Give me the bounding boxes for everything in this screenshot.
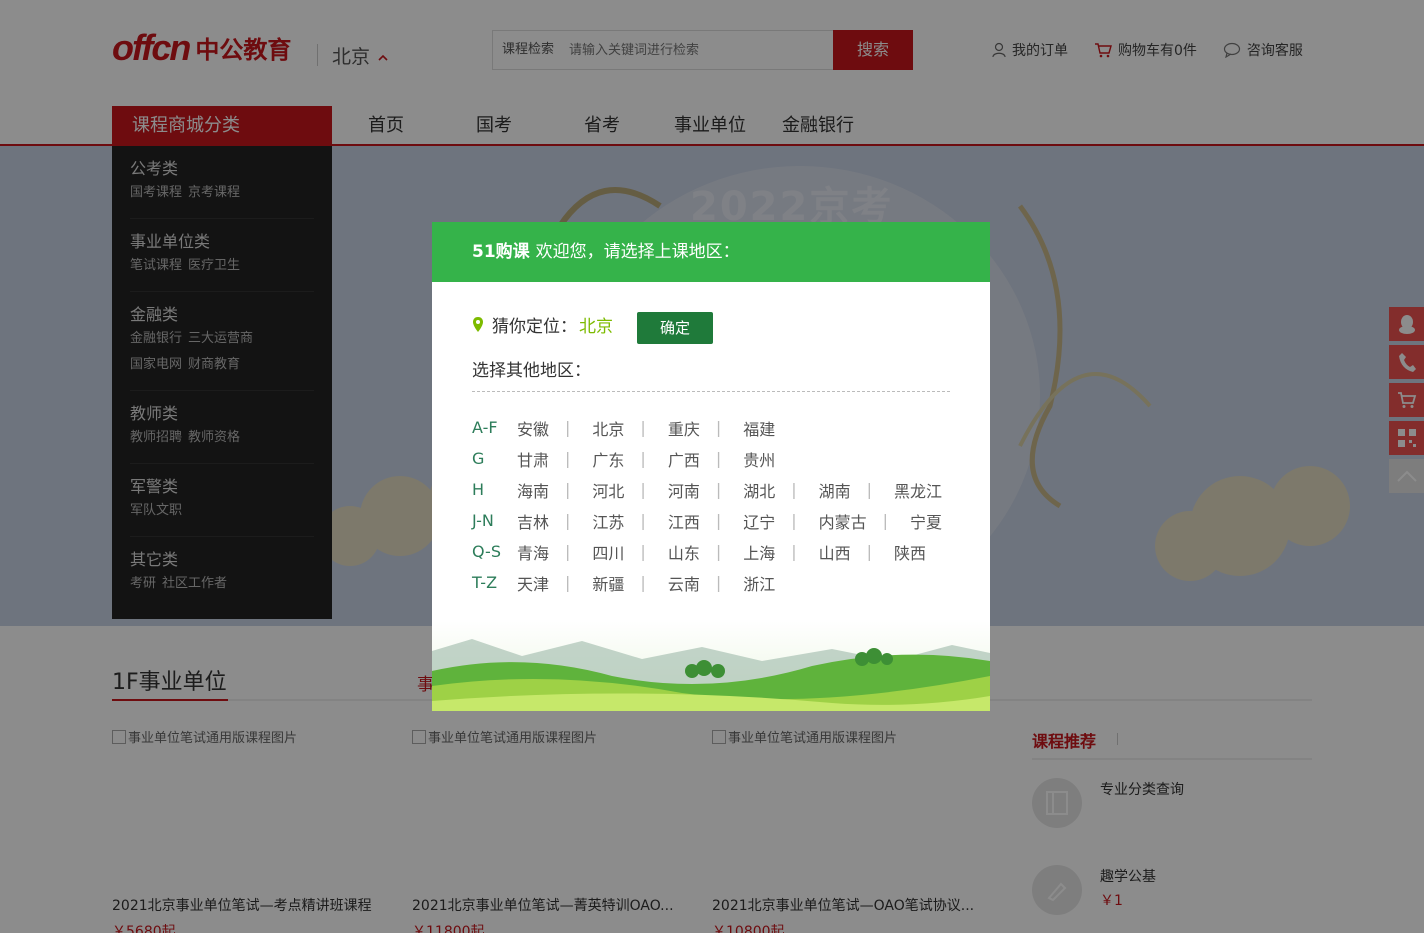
separator: | (715, 542, 722, 561)
region-row: G 甘肃 | 广东 | 广西 | 贵州 (472, 443, 962, 474)
separator: | (715, 511, 722, 530)
region-city-link[interactable]: 新疆 (592, 571, 624, 595)
region-city-link[interactable]: 河北 (592, 478, 624, 502)
region-key: T-Z (472, 573, 498, 592)
region-city-link[interactable]: 吉林 (517, 509, 549, 533)
guess-city[interactable]: 北京 (579, 312, 613, 337)
region-city-link[interactable]: 江苏 (592, 509, 624, 533)
region-city-link[interactable]: 陕西 (894, 540, 926, 564)
region-city-link[interactable]: 宁夏 (910, 509, 942, 533)
separator: | (565, 542, 571, 561)
separator: | (882, 511, 889, 530)
region-city-link[interactable]: 天津 (517, 571, 549, 595)
separator: | (791, 480, 797, 499)
guess-location: 猜你定位： 北京 (472, 312, 613, 337)
region-city-link[interactable]: 内蒙古 (819, 509, 867, 533)
confirm-button[interactable]: 确定 (637, 312, 713, 344)
separator: | (866, 480, 873, 499)
location-pin-icon (473, 317, 483, 332)
separator: | (640, 418, 646, 437)
region-city-link[interactable]: 贵州 (743, 447, 775, 471)
region-row: J-N 吉林 | 江苏 | 江西 | 辽宁 | 内蒙古 | 宁夏 (472, 505, 962, 536)
region-city-link[interactable]: 青海 (517, 540, 549, 564)
region-city-link[interactable]: 山东 (668, 540, 700, 564)
separator: | (640, 480, 646, 499)
region-city-link[interactable]: 四川 (592, 540, 624, 564)
separator: | (565, 480, 571, 499)
region-city-link[interactable]: 黑龙江 (894, 478, 942, 502)
region-city-link[interactable]: 甘肃 (517, 447, 549, 471)
separator: | (791, 542, 797, 561)
separator: | (640, 542, 646, 561)
separator: | (866, 542, 873, 561)
separator: | (640, 573, 646, 592)
landscape-illustration (432, 621, 990, 711)
region-key: G (472, 449, 485, 468)
region-key: Q-S (472, 542, 501, 561)
region-city-link[interactable]: 福建 (743, 416, 775, 440)
region-city-link[interactable]: 安徽 (517, 416, 549, 440)
other-region-label: 选择其他地区： (472, 356, 950, 392)
region-row: T-Z 天津 | 新疆 | 云南 | 浙江 (472, 567, 962, 598)
region-key: H (472, 480, 485, 499)
region-city-link[interactable]: 江西 (668, 509, 700, 533)
region-city-link[interactable]: 浙江 (743, 571, 775, 595)
separator: | (640, 449, 646, 468)
separator: | (640, 511, 646, 530)
region-row: A-F 安徽 | 北京 | 重庆 | 福建 (472, 412, 962, 443)
region-modal: 51购课 欢迎您，请选择上课地区： 猜你定位： 北京 确定 选择其他地区： A-F… (432, 222, 990, 711)
modal-header: 51购课 欢迎您，请选择上课地区： (432, 222, 990, 282)
separator: | (715, 480, 722, 499)
region-city-link[interactable]: 辽宁 (743, 509, 775, 533)
separator: | (715, 573, 722, 592)
separator: | (565, 418, 571, 437)
region-city-link[interactable]: 湖北 (743, 478, 775, 502)
region-city-link[interactable]: 重庆 (668, 416, 700, 440)
region-city-link[interactable]: 海南 (517, 478, 549, 502)
modal-welcome: 欢迎您，请选择上课地区： (535, 242, 740, 262)
region-city-link[interactable]: 湖南 (819, 478, 851, 502)
separator: | (565, 449, 571, 468)
region-city-link[interactable]: 云南 (668, 571, 700, 595)
separator: | (565, 511, 571, 530)
region-city-link[interactable]: 山西 (819, 540, 851, 564)
separator: | (715, 418, 722, 437)
separator: | (791, 511, 797, 530)
region-row: Q-S 青海 | 四川 | 山东 | 上海 | 山西 | 陕西 (472, 536, 962, 567)
region-row: H 海南 | 河北 | 河南 | 湖北 | 湖南 | 黑龙江 (472, 474, 962, 505)
region-city-link[interactable]: 广西 (668, 447, 700, 471)
region-list: A-F 安徽 | 北京 | 重庆 | 福建 G 甘肃 | 广东 | 广西 | 贵州 H 海南 | 河北 | 河南 | 湖北 | 湖… (472, 412, 962, 598)
separator: | (565, 573, 571, 592)
modal-brand: 51购课 (472, 242, 530, 262)
region-key: J-N (472, 511, 494, 530)
separator: | (715, 449, 722, 468)
region-city-link[interactable]: 北京 (592, 416, 624, 440)
guess-label: 猜你定位： (492, 317, 577, 337)
region-key: A-F (472, 418, 498, 437)
region-city-link[interactable]: 河南 (668, 478, 700, 502)
region-city-link[interactable]: 上海 (743, 540, 775, 564)
region-city-link[interactable]: 广东 (592, 447, 624, 471)
